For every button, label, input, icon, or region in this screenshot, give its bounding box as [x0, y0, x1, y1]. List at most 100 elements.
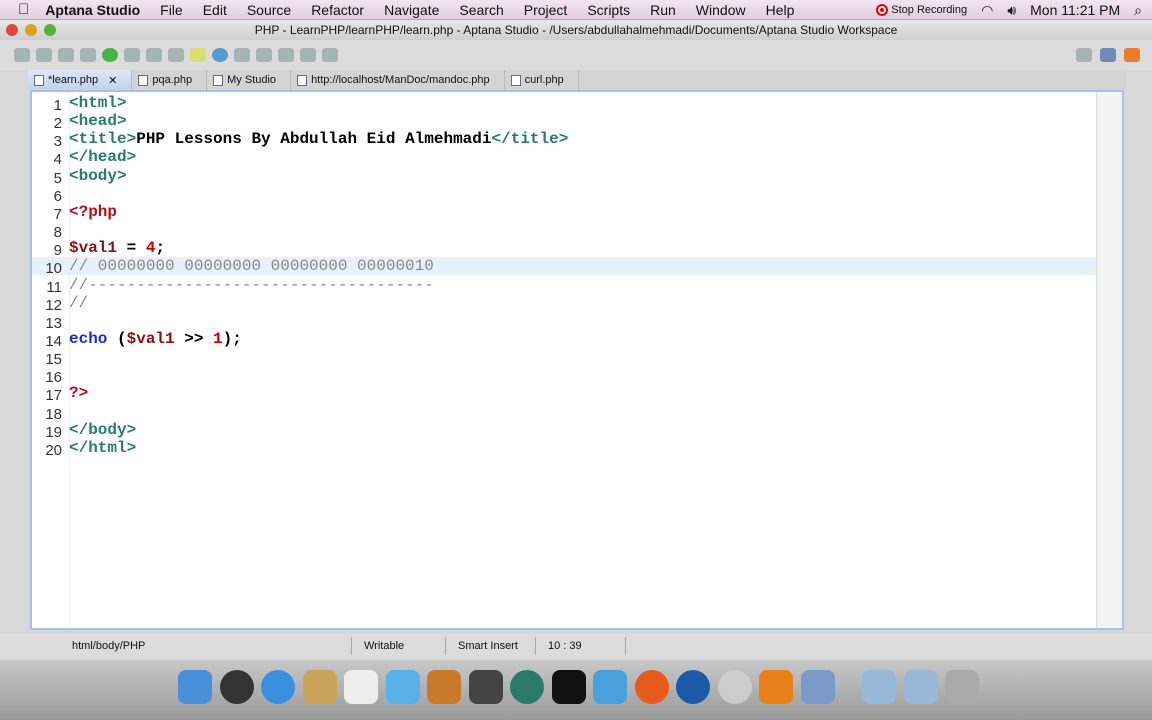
menu-source[interactable]: Source: [247, 2, 291, 18]
menu-window[interactable]: Window: [696, 2, 746, 18]
run-icon[interactable]: [102, 48, 118, 62]
menu-bar:  Aptana Studio File Edit Source Refactor Na…: [0, 0, 1152, 20]
menu-scripts[interactable]: Scripts: [587, 2, 630, 18]
code-text: $val1 = 4;: [69, 239, 165, 257]
dock-documents-folder-icon[interactable]: [903, 670, 938, 704]
dock-zoin-icon[interactable]: [551, 670, 586, 704]
tab-4[interactable]: curl.php: [505, 70, 579, 90]
spotlight-icon[interactable]: ⌕: [1134, 2, 1142, 19]
menu-file[interactable]: File: [160, 2, 183, 18]
external-tools-icon[interactable]: [124, 48, 140, 62]
dock-skype-icon[interactable]: [717, 670, 752, 704]
next-annotation-icon[interactable]: [256, 48, 272, 62]
dock-applications-folder-icon[interactable]: [862, 670, 896, 704]
code-editor[interactable]: 1 <html> 2 <head> 3 <title>PHP Lessons By Abd…: [30, 90, 1124, 630]
pen-icon[interactable]: [190, 48, 206, 62]
menu-edit[interactable]: Edit: [203, 2, 227, 18]
dock-safari-icon[interactable]: [261, 670, 295, 704]
code-token: >>: [174, 329, 214, 348]
code-line[interactable]: 12//: [32, 294, 1098, 314]
menu-help[interactable]: Help: [766, 2, 795, 18]
print-icon[interactable]: [58, 48, 74, 62]
code-line[interactable]: 5 <body>: [32, 167, 1098, 187]
tab-1[interactable]: pqa.php: [132, 70, 208, 90]
left-trim-bar: [0, 70, 28, 630]
menu-navigate[interactable]: Navigate: [384, 2, 439, 18]
menu-search[interactable]: Search: [459, 2, 503, 18]
close-window-button[interactable]: [6, 24, 18, 36]
minimize-window-button[interactable]: [25, 24, 37, 36]
code-line[interactable]: 17 ?>: [32, 384, 1098, 404]
zoom-window-button[interactable]: [44, 24, 56, 36]
dock-finder-icon[interactable]: [178, 670, 212, 704]
dock-time-machine-icon[interactable]: [510, 670, 544, 704]
vertical-scrollbar[interactable]: [1096, 92, 1122, 628]
code-line[interactable]: 8: [32, 221, 1098, 241]
dock-trash-icon[interactable]: [945, 670, 979, 704]
tab-label: pqa.php: [152, 74, 193, 86]
dock-iphoto-icon[interactable]: [427, 670, 461, 704]
forward-icon[interactable]: [322, 48, 338, 62]
window-titlebar: PHP - LearnPHP/learnPHP/learn.php - Apta…: [0, 20, 1152, 40]
prev-annotation-icon[interactable]: [278, 48, 294, 62]
volume-icon[interactable]: 🔊︎: [1007, 2, 1016, 19]
code-line[interactable]: 1 <html>: [32, 94, 1098, 114]
code-line[interactable]: 14 echo ($val1 >> 1);: [32, 329, 1098, 350]
code-line[interactable]: 18: [32, 403, 1098, 423]
back-icon[interactable]: [300, 48, 316, 62]
tab-2[interactable]: My Studio: [207, 70, 292, 90]
dock-itunes-icon[interactable]: [385, 670, 420, 704]
tab-3[interactable]: http://localhost/ManDoc/mandoc.php: [291, 70, 505, 90]
tab-0[interactable]: *learn.php ✕: [28, 70, 133, 90]
menu-app[interactable]: Aptana Studio: [45, 2, 140, 18]
code-line[interactable]: 16: [32, 366, 1098, 386]
dock-settings-icon[interactable]: [759, 670, 793, 704]
code-line[interactable]: 10// 00000000 00000000 00000000 00000010: [32, 257, 1098, 277]
code-text: <title>PHP Lessons By Abdullah Eid Almeh…: [69, 130, 568, 148]
code-line[interactable]: 6: [32, 185, 1098, 205]
dock-firefox-icon[interactable]: [634, 670, 669, 704]
php-perspective-icon[interactable]: [1100, 48, 1116, 62]
wrench-icon[interactable]: [168, 48, 184, 62]
clock[interactable]: Mon 11:21 PM: [1030, 2, 1120, 18]
file-icon: [138, 74, 149, 86]
dock-preview-icon[interactable]: [800, 670, 835, 704]
code-line[interactable]: 19 </body>: [32, 421, 1098, 441]
save-icon[interactable]: [36, 48, 52, 62]
dock-ical-icon[interactable]: [344, 670, 378, 704]
code-line[interactable]: 9 $val1 = 4;: [32, 239, 1098, 259]
dock-dashboard-icon[interactable]: [219, 670, 254, 704]
aptana-perspective-icon[interactable]: [1124, 48, 1140, 62]
code-line[interactable]: 7 <?php: [32, 203, 1098, 223]
dock-imovie-icon[interactable]: [468, 670, 503, 704]
globe-icon[interactable]: [212, 48, 228, 62]
code-line[interactable]: 4 </head>: [32, 148, 1098, 168]
apple-icon[interactable]: : [18, 1, 29, 18]
code-token: ?>: [69, 384, 89, 403]
code-token: =: [117, 239, 146, 258]
wifi-icon[interactable]: ◠: [981, 2, 993, 19]
code-line[interactable]: 13: [32, 312, 1098, 332]
dock-quicktime-icon[interactable]: [676, 670, 710, 704]
dock-address-book-icon[interactable]: [302, 670, 337, 704]
code-line[interactable]: 3 <title>PHP Lessons By Abdullah Eid Alme…: [32, 130, 1098, 150]
code-line[interactable]: 15: [32, 348, 1098, 368]
open-folder-icon[interactable]: [146, 48, 162, 62]
menu-project[interactable]: Project: [524, 2, 568, 18]
code-line[interactable]: 2 <head>: [32, 112, 1098, 132]
new-icon[interactable]: [14, 48, 30, 62]
home-icon[interactable]: [234, 48, 250, 62]
stop-recording-button[interactable]: Stop Recording: [876, 4, 967, 16]
code-token: $val1: [69, 239, 118, 258]
toolbar: [0, 40, 1152, 70]
open-perspective-icon[interactable]: [1076, 48, 1092, 62]
code-line[interactable]: 11//------------------------------------: [32, 276, 1098, 296]
menu-run[interactable]: Run: [650, 2, 676, 18]
code-line[interactable]: 20 </html>: [32, 439, 1098, 459]
status-cursor-position: 10 : 39: [536, 637, 626, 655]
debug-icon[interactable]: [80, 48, 96, 62]
status-breadcrumb[interactable]: html/body/PHP: [60, 637, 352, 655]
dock-messenger-icon[interactable]: [593, 670, 627, 704]
close-tab-icon[interactable]: ✕: [108, 74, 117, 87]
menu-refactor[interactable]: Refactor: [311, 2, 364, 18]
